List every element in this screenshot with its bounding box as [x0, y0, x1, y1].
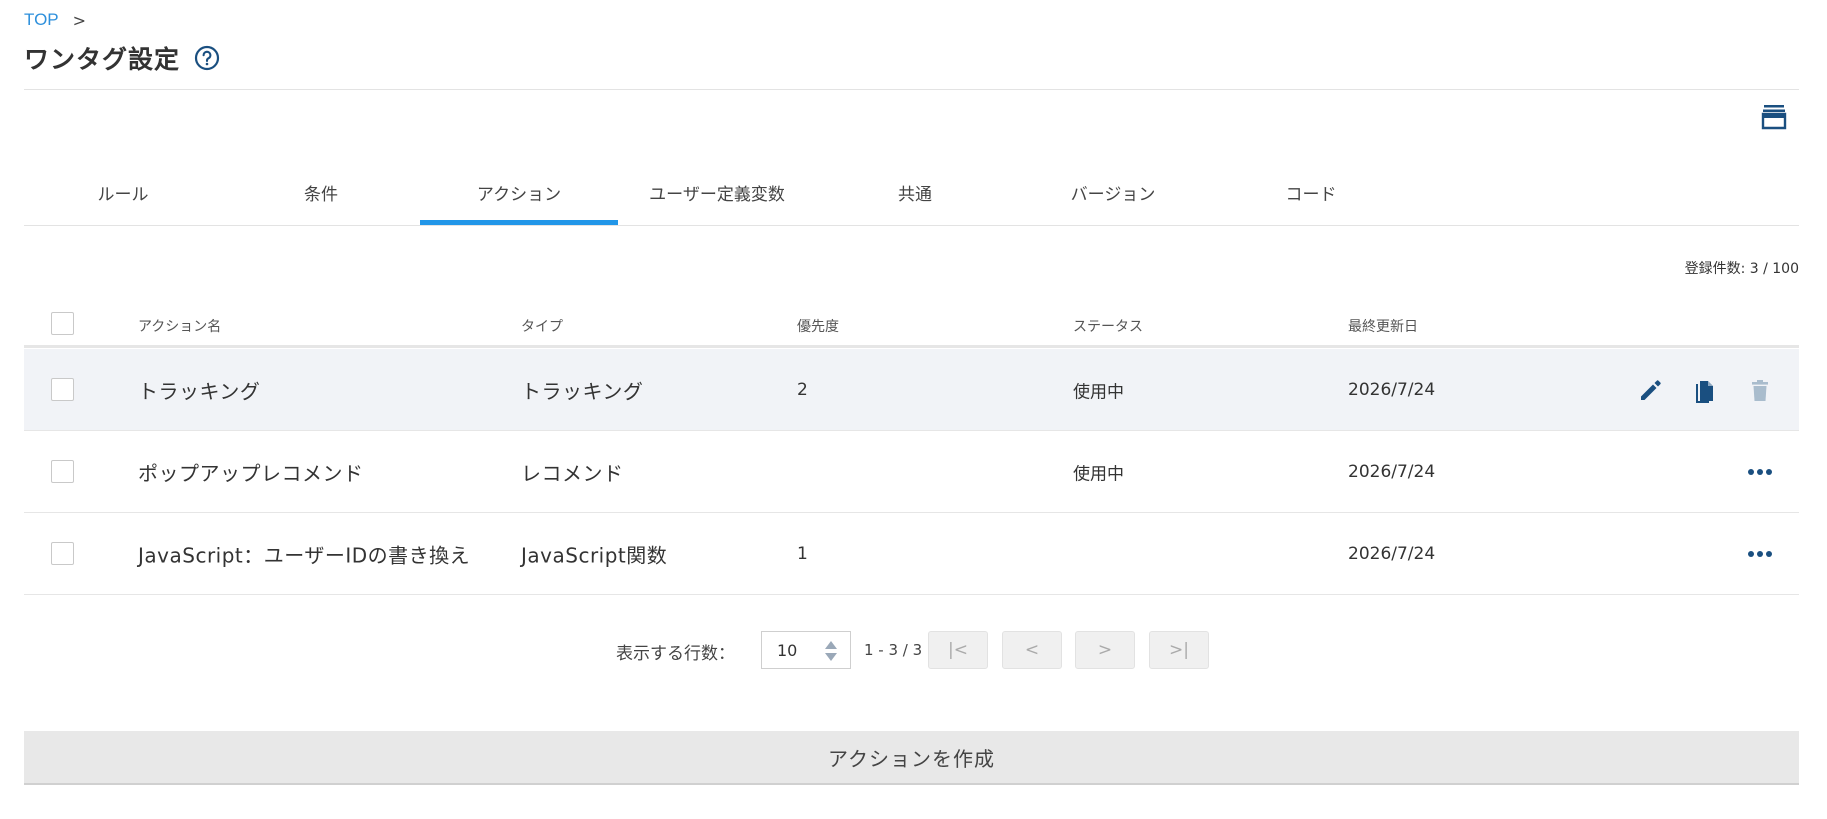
- tab-label: ルール: [97, 185, 149, 205]
- row-action-name[interactable]: JavaScript：ユーザーIDの書き換え: [138, 539, 470, 568]
- record-count: 登録件数: 3 / 100: [1684, 261, 1799, 277]
- row-status: 使用中: [1073, 382, 1124, 402]
- pencil-icon[interactable]: [1637, 376, 1665, 404]
- header-priority[interactable]: 優先度: [797, 316, 839, 336]
- header-status[interactable]: ステータス: [1073, 316, 1143, 336]
- tab-label: ユーザー定義変数: [649, 185, 785, 205]
- row-checkbox[interactable]: [51, 542, 74, 565]
- header-updated[interactable]: 最終更新日: [1348, 316, 1418, 336]
- archive-icon[interactable]: [1760, 103, 1788, 131]
- row-updated: 2026/7/24: [1348, 543, 1436, 564]
- row-updated: 2026/7/24: [1348, 379, 1436, 400]
- spinner-arrows-icon[interactable]: [824, 639, 838, 663]
- breadcrumb-top-link[interactable]: TOP: [24, 10, 59, 30]
- tab-label: 共通: [898, 185, 932, 205]
- tab-label: アクション: [476, 185, 562, 205]
- breadcrumb-separator: >: [72, 10, 87, 30]
- rows-per-page-label: 表示する行数：: [616, 644, 735, 664]
- row-checkbox[interactable]: [51, 378, 74, 401]
- copy-icon[interactable]: [1691, 376, 1719, 404]
- tab-conditions[interactable]: 条件: [222, 168, 420, 226]
- row-type: JavaScript関数: [521, 543, 668, 567]
- breadcrumb: TOP >: [24, 10, 86, 30]
- tab-bar: ルール 条件 アクション ユーザー定義変数 共通 バージョン コード: [24, 168, 1410, 226]
- row-priority: 1: [797, 543, 808, 564]
- prev-page-button[interactable]: <: [1002, 631, 1062, 669]
- pagination: 表示する行数： 10 1 - 3 / 3 |< < > >|: [0, 630, 1827, 670]
- table-row[interactable]: JavaScript：ユーザーIDの書き換え JavaScript関数 1 20…: [24, 513, 1799, 595]
- tab-common[interactable]: 共通: [816, 168, 1014, 226]
- header-action-name[interactable]: アクション名: [138, 316, 221, 336]
- rows-per-page-stepper[interactable]: 10: [761, 631, 851, 669]
- row-type: トラッキング: [521, 379, 644, 403]
- page-title: ワンタグ設定: [24, 45, 181, 74]
- next-page-button[interactable]: >: [1075, 631, 1135, 669]
- row-type: レコメンド: [521, 461, 624, 485]
- table-header: アクション名 タイプ 優先度 ステータス 最終更新日: [24, 306, 1799, 348]
- table-row[interactable]: ポップアップレコメンド レコメンド 使用中 2026/7/24: [24, 431, 1799, 513]
- page-range: 1 - 3 / 3: [864, 641, 923, 659]
- rows-per-page-value: 10: [777, 640, 798, 660]
- create-action-button[interactable]: アクションを作成: [24, 731, 1799, 785]
- more-horizontal-icon[interactable]: [1746, 458, 1774, 486]
- row-action-name[interactable]: ポップアップレコメンド: [138, 457, 364, 486]
- tab-divider: [24, 225, 1799, 226]
- help-circle-icon[interactable]: [194, 45, 220, 71]
- row-updated: 2026/7/24: [1348, 461, 1436, 482]
- table-row[interactable]: トラッキング トラッキング 2 使用中 2026/7/24: [24, 349, 1799, 431]
- tab-code[interactable]: コード: [1212, 168, 1410, 226]
- header-type[interactable]: タイプ: [521, 316, 563, 336]
- row-checkbox[interactable]: [51, 460, 74, 483]
- tab-label: 条件: [304, 185, 338, 205]
- row-status: 使用中: [1073, 464, 1124, 484]
- tab-user-variables[interactable]: ユーザー定義変数: [618, 168, 816, 226]
- select-all-checkbox[interactable]: [51, 312, 74, 335]
- trash-icon: [1746, 376, 1774, 404]
- more-horizontal-icon[interactable]: [1746, 540, 1774, 568]
- title-row: ワンタグ設定: [24, 40, 220, 76]
- tab-label: コード: [1285, 185, 1337, 205]
- first-page-button[interactable]: |<: [928, 631, 988, 669]
- title-divider: [24, 89, 1799, 90]
- tab-rules[interactable]: ルール: [24, 168, 222, 226]
- row-action-name[interactable]: トラッキング: [138, 375, 260, 404]
- tab-version[interactable]: バージョン: [1014, 168, 1212, 226]
- last-page-button[interactable]: >|: [1149, 631, 1209, 669]
- tab-actions[interactable]: アクション: [420, 168, 618, 226]
- tab-label: バージョン: [1070, 185, 1156, 205]
- row-priority: 2: [797, 379, 808, 400]
